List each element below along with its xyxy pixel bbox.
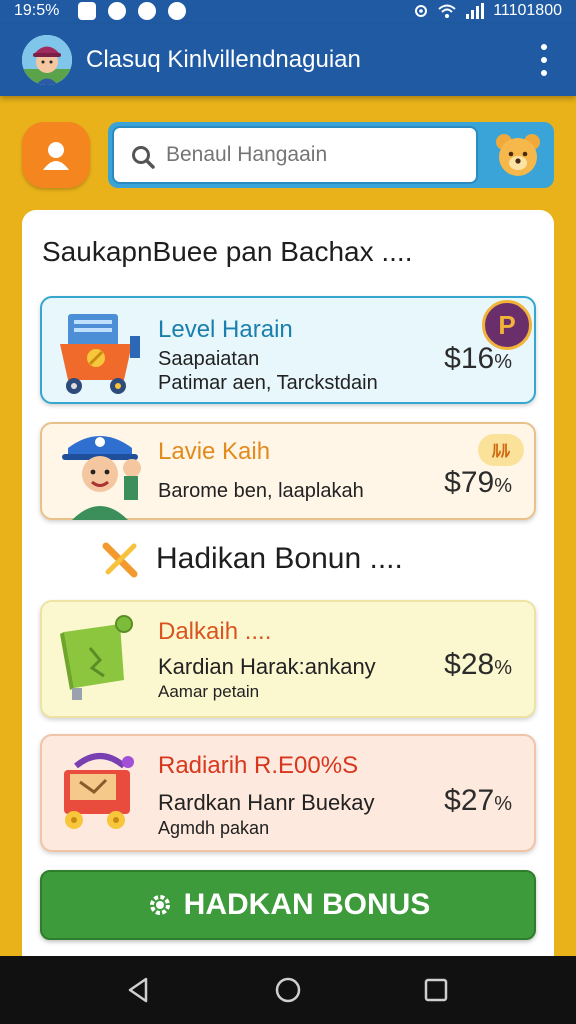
card-price: $28% [444,648,512,681]
card-line: Kardian Harak:ankany [158,654,376,679]
back-icon[interactable] [122,974,154,1006]
wifi-icon [438,4,456,18]
gift-cart-icon [64,753,134,829]
card-title: Lavie Kaih [158,438,271,465]
notification-icons [78,2,186,20]
signal-icon [466,3,485,19]
notification-icon [138,2,156,20]
notification-icon [108,2,126,20]
search-icon [132,146,155,169]
navigation-bar [0,956,576,1024]
offer-card-dalkaih[interactable]: Dalkaih .... Kardian Harak:ankany Aamar … [40,600,536,718]
offer-card-level[interactable]: Level Harain Saapaiatan Patimar aen, Tar… [40,296,536,404]
bonus-button-label: HADKAN BONUS [183,888,431,921]
notification-icon [168,2,186,20]
more-options-icon[interactable] [540,44,548,76]
card-title: Level Harain [158,316,293,343]
status-time: 19:5% [14,2,60,19]
offer-card-kaih[interactable]: Lavie Kaih Barome ben, laaplakah $79% ﾙﾙ [40,422,536,520]
green-bag-icon [60,615,133,700]
offers-panel: SaukapnBuee pan Bachax .... Level Harain… [22,210,554,970]
status-bar: 19:5% 11101800 [0,0,576,24]
card-line: Aamar petain [158,682,260,701]
card-price: $27% [444,784,512,817]
app-bar: Clasuq Kinlvillendnaguian [0,24,576,96]
toolbox-cart-icon [60,314,140,394]
avatar-icon [22,35,72,85]
home-icon[interactable] [272,974,304,1006]
search-input[interactable] [166,140,466,170]
search-bar [108,122,554,188]
profile-button[interactable] [22,122,90,188]
settings-status-icon [415,5,428,17]
gear-icon [149,895,170,915]
card-line: Patimar aen, Tarckstdain [158,372,378,394]
kaih-badge: ﾙﾙ [478,434,524,466]
card-line: Barome ben, laaplakah [158,480,364,502]
search-field[interactable] [112,126,478,184]
worker-character-icon [62,436,141,520]
card-price: $79% [444,466,512,499]
card-line: Rardkan Hanr Buekay [158,790,375,815]
status-right-text: 11101800 [493,2,562,19]
section-title: Hadikan Bonun .... [156,542,403,575]
panel-heading: SaukapnBuee pan Bachax .... [42,236,413,267]
app-title: Clasuq Kinlvillendnaguian [86,46,361,73]
user-icon [43,142,69,170]
offer-card-radiarih[interactable]: Radiarih R.E00%S Rardkan Hanr Buekay Agm… [40,734,536,852]
recents-icon[interactable] [420,974,452,1006]
tools-icon [102,542,138,578]
card-title: Dalkaih .... [158,618,272,645]
card-line: Saapaiatan [158,348,260,370]
avatar[interactable] [22,35,72,85]
level-badge: P [482,300,532,350]
bear-mascot-icon[interactable] [492,130,544,180]
hadkan-bonus-button[interactable]: HADKAN BONUS [40,870,536,940]
notification-icon [78,2,96,20]
card-line: Agmdh pakan [158,818,270,838]
card-title: Radiarih R.E00%S [158,752,359,779]
